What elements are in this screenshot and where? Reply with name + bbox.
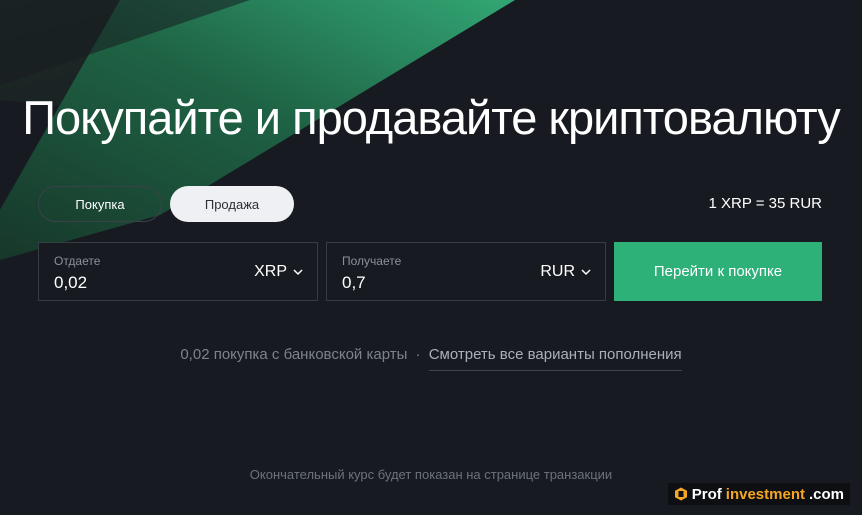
view-all-topup-options-link[interactable]: Смотреть все варианты пополнения bbox=[428, 346, 682, 371]
give-amount-field[interactable]: Отдаете 0,02 XRP bbox=[38, 242, 318, 301]
rate-disclaimer: Окончательный курс будет показан на стра… bbox=[249, 467, 613, 482]
site-watermark: Prof investment .com bbox=[667, 483, 850, 505]
tab-sell[interactable]: Продажа bbox=[170, 186, 294, 222]
give-currency-label: XRP bbox=[254, 263, 287, 280]
chevron-down-icon bbox=[293, 269, 303, 276]
watermark-part-1: Prof bbox=[691, 485, 722, 503]
hexagon-logo-icon bbox=[674, 487, 687, 501]
give-currency-select[interactable]: XRP bbox=[254, 263, 303, 281]
proceed-to-purchase-button[interactable]: Перейти к покупке bbox=[614, 242, 822, 301]
separator-dot: · bbox=[415, 346, 421, 363]
receive-amount-field[interactable]: Получаете 0,7 RUR bbox=[326, 242, 606, 301]
payment-info: 0,02 покупка с банковской карты · Смотре… bbox=[0, 346, 862, 371]
tab-buy[interactable]: Покупка bbox=[38, 186, 162, 222]
exchange-rate: 1 XRP = 35 RUR bbox=[708, 195, 822, 212]
give-label: Отдаете bbox=[54, 254, 101, 268]
receive-currency-select[interactable]: RUR bbox=[540, 263, 591, 281]
watermark-part-3: .com bbox=[808, 485, 844, 503]
chevron-down-icon bbox=[581, 269, 591, 276]
page-title: Покупайте и продавайте криптовалюту bbox=[22, 91, 840, 144]
receive-amount-input[interactable]: 0,7 bbox=[342, 273, 366, 293]
give-amount-input[interactable]: 0,02 bbox=[54, 273, 87, 293]
receive-label: Получаете bbox=[342, 254, 402, 268]
receive-currency-label: RUR bbox=[540, 263, 575, 280]
watermark-part-2: investment bbox=[725, 485, 805, 503]
payment-info-text: 0,02 покупка с банковской карты bbox=[180, 346, 408, 363]
